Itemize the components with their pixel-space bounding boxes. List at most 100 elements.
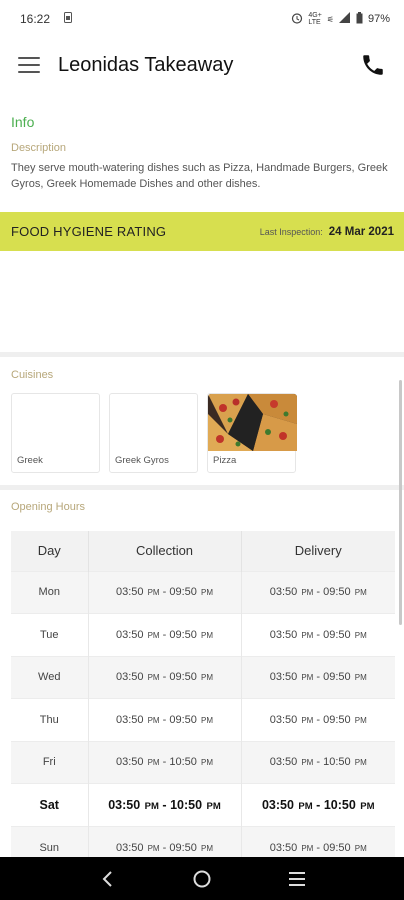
ampm-label: PM — [354, 715, 367, 725]
time-from: 03:50 — [269, 713, 298, 726]
opening-hours-label: Opening Hours — [11, 501, 85, 513]
day-cell: Fri — [11, 740, 89, 784]
collection-hours-cell: 03:50 PM - 10:50 PM — [88, 783, 242, 826]
time-from: 03:50 — [116, 671, 144, 684]
time-to: 10:50 — [170, 797, 203, 812]
app-bar: Leonidas Takeaway — [0, 38, 404, 92]
info-heading: Info — [11, 114, 35, 130]
description-label: Description — [11, 142, 67, 154]
ampm-label: PM — [301, 630, 314, 640]
day-cell: Thu — [11, 698, 89, 741]
cuisine-card-greek[interactable]: Greek — [11, 393, 100, 473]
time-to: 10:50 — [169, 756, 197, 769]
collection-hours-cell: 03:50 PM - 09:50 PM — [88, 698, 242, 741]
ampm-label: PM — [144, 800, 159, 812]
table-row: Wed 03:50 PM - 09:50 PM 03:50 PM - 09:50 P… — [11, 655, 395, 699]
time-separator: - — [316, 586, 321, 599]
ampm-label: PM — [360, 800, 375, 812]
time-to: 09:50 — [169, 628, 197, 641]
cuisine-card-pizza[interactable]: Pizza — [207, 393, 297, 473]
home-icon[interactable] — [187, 864, 217, 894]
delivery-hours-cell: 03:50 PM - 09:50 PM — [241, 613, 395, 656]
time-from: 03:50 — [269, 756, 298, 769]
ampm-label: PM — [354, 588, 367, 598]
time-from: 03:50 — [116, 713, 144, 726]
time-to: 09:50 — [323, 713, 351, 726]
ampm-label: PM — [200, 673, 213, 683]
ampm-label: PM — [200, 630, 213, 640]
system-nav-bar — [0, 857, 404, 900]
collection-hours-cell: 03:50 PM - 09:50 PM — [88, 655, 242, 699]
time-from: 03:50 — [116, 756, 144, 769]
table-row: Fri 03:50 PM - 10:50 PM 03:50 PM - 10:50 P… — [11, 740, 395, 784]
time-to: 09:50 — [323, 586, 351, 599]
day-cell: Wed — [11, 655, 89, 699]
ampm-label: PM — [147, 673, 160, 683]
cuisine-name: Greek — [17, 455, 43, 466]
time-from: 03:50 — [269, 671, 298, 684]
section-divider — [0, 485, 404, 490]
wifi-calling-icon: ⚟ — [326, 14, 334, 24]
time-separator: - — [316, 797, 321, 812]
cuisine-card-greek-gyros[interactable]: Greek Gyros — [109, 393, 198, 473]
time-to: 10:50 — [323, 756, 351, 769]
section-divider — [0, 352, 404, 357]
ampm-label: PM — [200, 588, 213, 598]
ampm-label: PM — [354, 630, 367, 640]
day-cell: Mon — [11, 570, 89, 614]
battery-icon — [356, 11, 363, 27]
collection-hours-cell: 03:50 PM - 10:50 PM — [88, 740, 242, 784]
ampm-label: PM — [206, 800, 221, 812]
day-cell: Sat — [11, 783, 89, 826]
time-separator: - — [316, 841, 321, 854]
ampm-label: PM — [200, 715, 213, 725]
time-separator: - — [162, 713, 167, 726]
cuisine-name: Pizza — [213, 455, 237, 466]
time-to: 09:50 — [169, 671, 197, 684]
table-row: Mon 03:50 PM - 09:50 PM 03:50 PM - 09:50 P… — [11, 570, 395, 614]
cuisine-name: Greek Gyros — [115, 455, 169, 466]
collection-hours-cell: 03:50 PM - 09:50 PM — [88, 613, 242, 656]
info-section: Info Description They serve mouth-wateri… — [0, 108, 404, 192]
scrollbar[interactable] — [399, 380, 402, 625]
time-separator: - — [316, 628, 321, 641]
signal-icon — [338, 12, 351, 26]
header-delivery: Delivery — [241, 531, 395, 571]
recents-icon[interactable] — [282, 864, 312, 894]
time-separator: - — [316, 713, 321, 726]
time-to: 09:50 — [169, 841, 197, 854]
header-day: Day — [11, 531, 89, 571]
ampm-label: PM — [147, 843, 160, 853]
time-from: 03:50 — [269, 628, 298, 641]
cuisine-list: Greek Greek Gyros Pizza — [11, 393, 297, 473]
collection-hours-cell: 03:50 PM - 09:50 PM — [88, 570, 242, 614]
ampm-label: PM — [200, 843, 213, 853]
table-row: Thu 03:50 PM - 09:50 PM 03:50 PM - 09:50 P… — [11, 698, 395, 741]
4g-plus-icon: 4G+ LTE — [308, 12, 322, 26]
day-cell: Tue — [11, 613, 89, 656]
time-from: 03:50 — [116, 628, 144, 641]
time-separator: - — [162, 671, 167, 684]
delivery-hours-cell: 03:50 PM - 09:50 PM — [241, 570, 395, 614]
hamburger-menu-icon[interactable] — [18, 57, 40, 73]
time-from: 03:50 — [108, 797, 141, 812]
time-from: 03:50 — [116, 586, 144, 599]
ampm-label: PM — [147, 715, 160, 725]
status-bar: 16:22 4G+ LTE ⚟ 97% — [0, 0, 404, 38]
ampm-label: PM — [200, 758, 213, 768]
time-to: 09:50 — [169, 586, 197, 599]
time-separator: - — [316, 756, 321, 769]
table-row: Sat 03:50 PM - 10:50 PM 03:50 PM - 10:50 P… — [11, 783, 395, 826]
phone-icon[interactable] — [360, 52, 386, 78]
time-to: 09:50 — [323, 671, 351, 684]
ampm-label: PM — [301, 715, 314, 725]
time-from: 03:50 — [269, 586, 298, 599]
status-time: 16:22 — [20, 12, 51, 26]
back-icon[interactable] — [92, 864, 122, 894]
battery-percentage: 97% — [367, 13, 390, 25]
delivery-hours-cell: 03:50 PM - 10:50 PM — [241, 740, 395, 784]
time-separator: - — [316, 671, 321, 684]
time-from: 03:50 — [116, 841, 144, 854]
ampm-label: PM — [301, 758, 314, 768]
time-to: 09:50 — [169, 713, 197, 726]
